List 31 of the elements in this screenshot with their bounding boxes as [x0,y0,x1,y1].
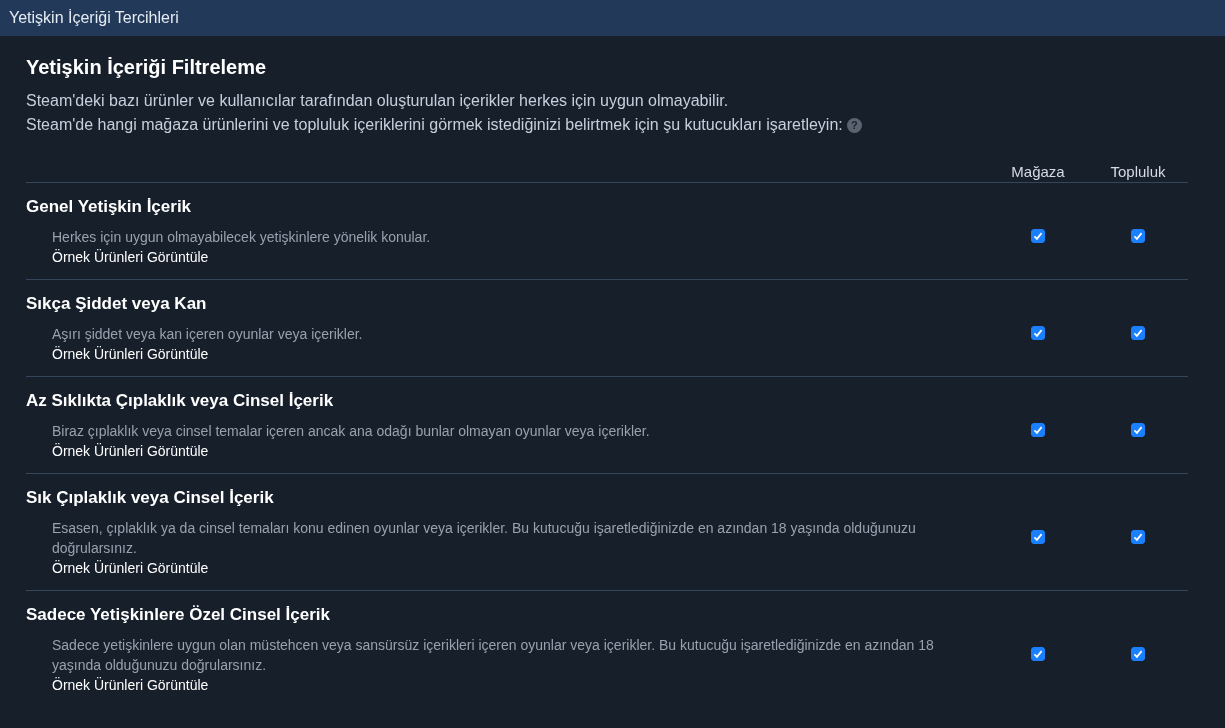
category-description: Herkes için uygun olmayabilecek yetişkinlere yönelik konular. [52,228,432,247]
store-checkbox[interactable] [1031,229,1045,243]
category-title: Genel Yetişkin İçerik [26,197,193,217]
category-description: Biraz çıplaklık veya cinsel temalar içeren ancak ana odağı bunlar olmayan oyunlar veya içerikler. [52,422,651,441]
category-description: Sadece yetişkinlere uygun olan müstehcen veya sansürsüz içerikleri içeren oyunlar veya içerikler. Bu kutucuğu işaretlediğinizde en azından 18 yaşında olduğunuzu doğrularsınız. [52,636,935,675]
category-title: Az Sıklıkta Çıplaklık veya Cinsel İçerik [26,391,335,411]
column-header: Mağaza [1010,163,1066,180]
store-checkbox[interactable] [1031,326,1045,340]
community-checkbox[interactable] [1131,423,1145,437]
category-description: Aşırı şiddet veya kan içeren oyunlar veya içerikler. [52,325,364,344]
store-checkbox[interactable] [1031,647,1045,661]
view-examples-link[interactable]: Örnek Ürünleri Görüntüle [52,675,209,695]
store-checkbox[interactable] [1031,423,1045,437]
column-header: Topluluk [1109,163,1167,180]
community-checkbox[interactable] [1131,326,1145,340]
view-examples-link[interactable]: Örnek Ürünleri Görüntüle [52,441,209,461]
intro-text: Steam'de hangi mağaza ürünlerini ve topluluk içeriklerini görmek istediğinizi belirtmek için şu kutucukları işaretleyin: [26,115,843,135]
community-checkbox[interactable] [1131,647,1145,661]
view-examples-link[interactable]: Örnek Ürünleri Görüntüle [52,558,209,578]
window-title: Yetişkin İçeriği Tercihleri [9,9,179,27]
view-examples-link[interactable]: Örnek Ürünleri Görüntüle [52,247,209,267]
category-title: Sadece Yetişkinlere Özel Cinsel İçerik [26,605,331,625]
category-title: Sık Çıplaklık veya Cinsel İçerik [26,488,275,508]
store-checkbox[interactable] [1031,530,1045,544]
category-title: Sıkça Şiddet veya Kan [26,294,208,314]
community-checkbox[interactable] [1131,530,1145,544]
category-description: Esasen, çıplaklık ya da cinsel temaları konu edinen oyunlar veya içerikler. Bu kutucuğu işaretlediğinizde en azından 18 yaşında olduğunuzu doğrularsınız. [52,519,917,558]
community-checkbox[interactable] [1131,229,1145,243]
section-heading: Yetişkin İçeriği Filtreleme [26,56,268,79]
intro-text: Steam'deki bazı ürünler ve kullanıcılar tarafından oluşturulan içerikler herkes için uygun olmayabilir. [26,91,729,111]
view-examples-link[interactable]: Örnek Ürünleri Görüntüle [52,344,209,364]
